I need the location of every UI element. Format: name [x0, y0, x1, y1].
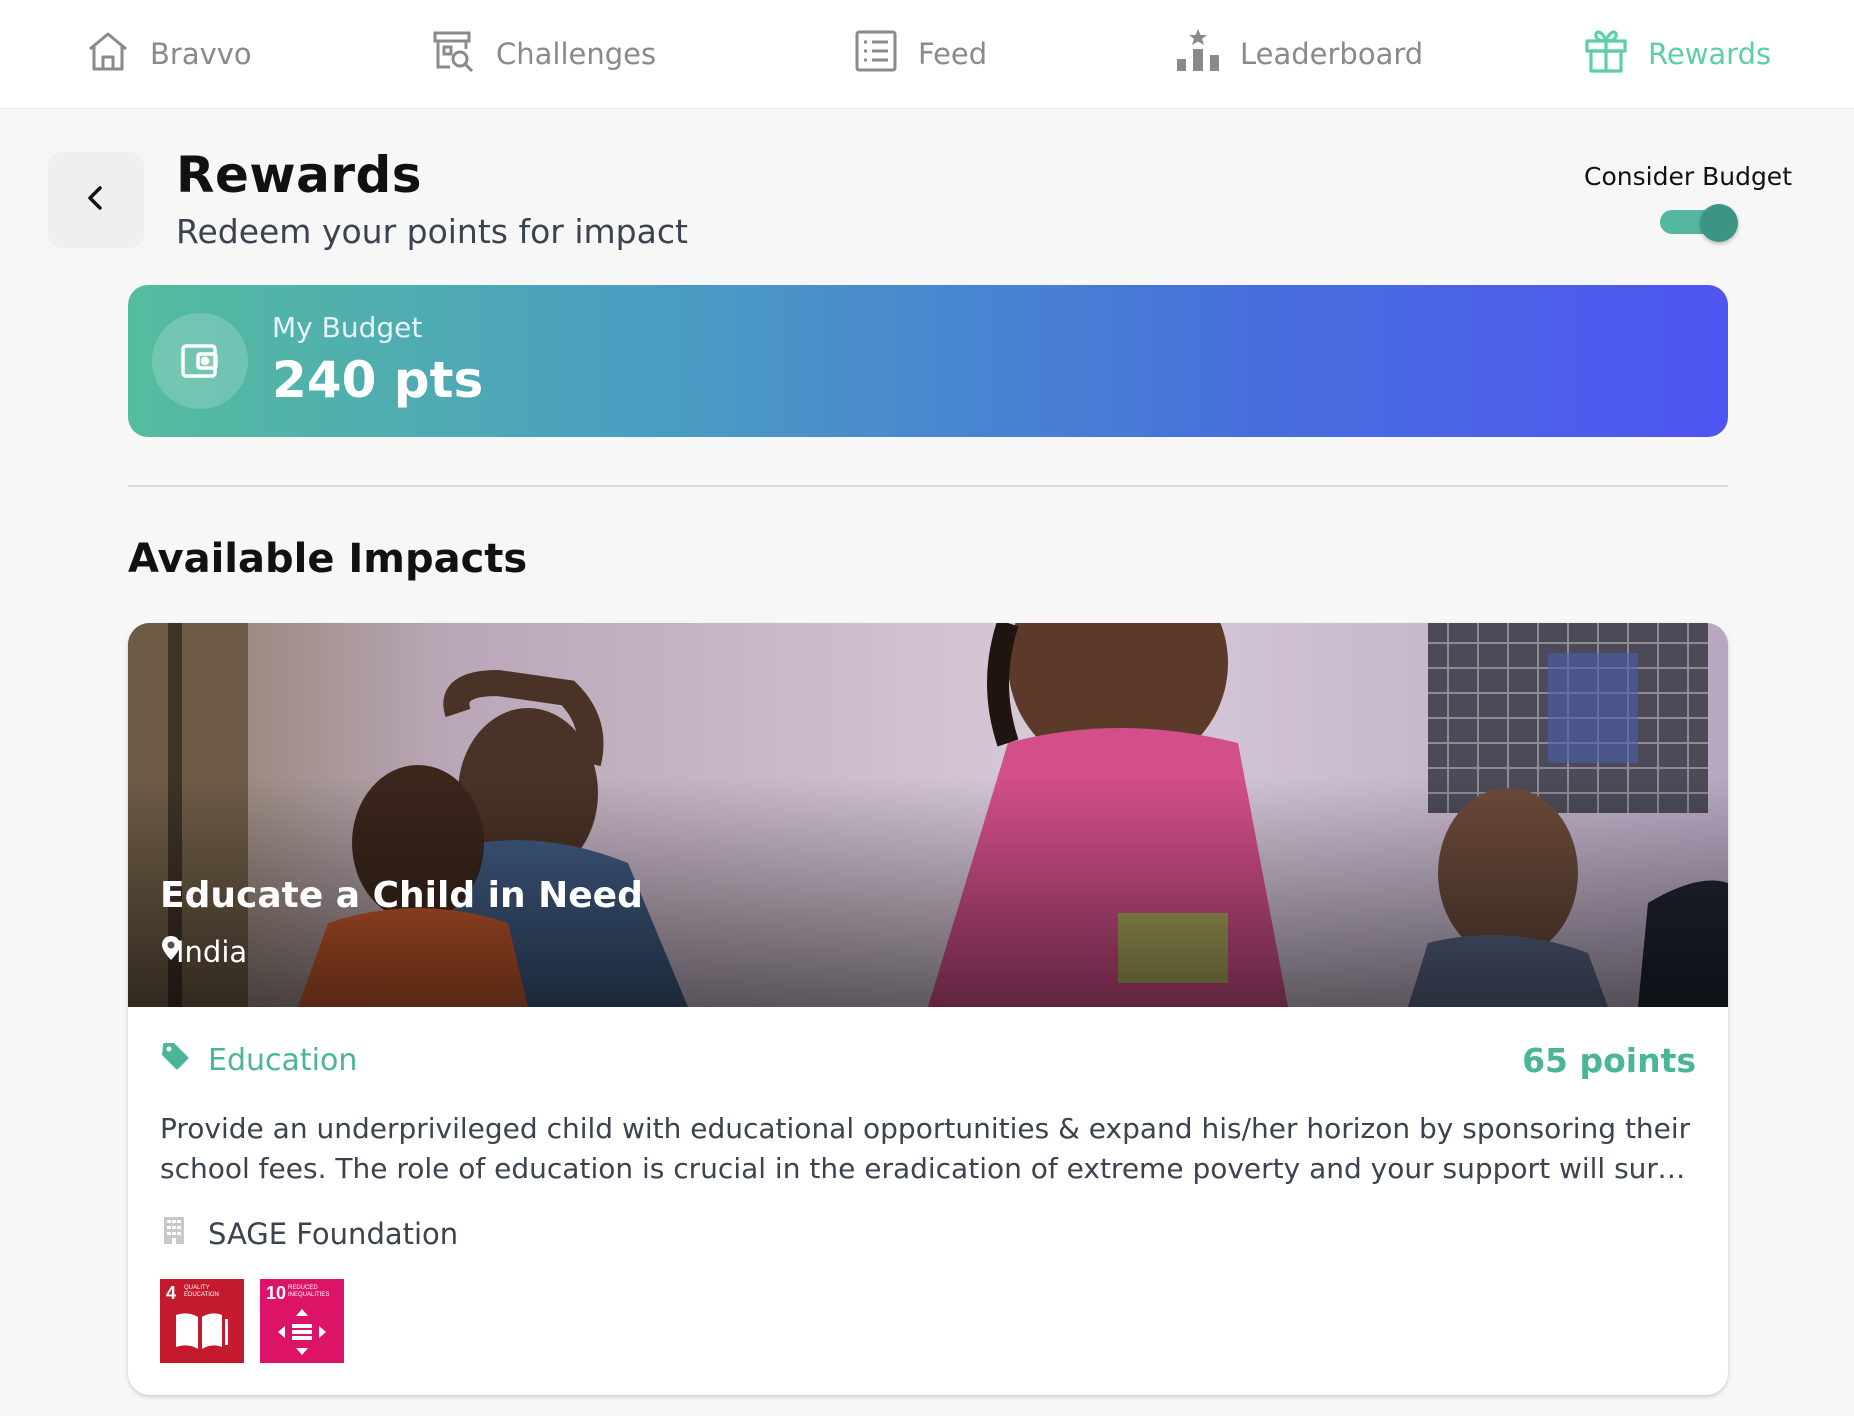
consider-budget-label: Consider Budget — [1584, 162, 1792, 191]
budget-label: My Budget — [272, 311, 423, 344]
impact-hero-image: Educate a Child in Need India — [128, 623, 1728, 1007]
equality-arrows-icon — [278, 1309, 326, 1355]
budget-value: 240 pts — [272, 351, 484, 409]
chevron-left-icon — [81, 183, 111, 217]
nav-item-rewards[interactable]: Rewards — [1582, 24, 1771, 84]
sdg-4-quality-education-badge: 4 Quality Education — [160, 1279, 244, 1363]
impact-location: India — [160, 935, 247, 969]
leaderboard-icon — [1174, 27, 1222, 82]
wallet-icon — [152, 313, 248, 409]
organization-name: SAGE Foundation — [208, 1216, 459, 1251]
challenges-icon — [430, 27, 478, 82]
feed-icon — [852, 27, 900, 82]
nav-label-leaderboard: Leaderboard — [1240, 37, 1424, 71]
nav-label-rewards: Rewards — [1648, 37, 1772, 71]
location-text: India — [176, 935, 248, 969]
page-subtitle: Redeem your points for impact — [176, 212, 688, 251]
organization: SAGE Foundation — [160, 1215, 458, 1252]
nav-label-bravvo: Bravvo — [150, 37, 252, 71]
impact-title: Educate a Child in Need — [160, 875, 643, 916]
back-button[interactable] — [48, 152, 144, 248]
tag-icon — [160, 1041, 190, 1079]
hero-overlay — [128, 623, 1728, 1007]
category-tag: Education — [160, 1041, 357, 1079]
impact-description: Provide an underprivileged child with ed… — [160, 1112, 1699, 1185]
sdg-number: 10 — [266, 1283, 287, 1303]
nav-item-leaderboard[interactable]: Leaderboard — [1174, 24, 1423, 84]
nav-label-feed: Feed — [918, 37, 988, 71]
building-icon — [160, 1215, 188, 1252]
top-navigation: Bravvo Challenges Feed Leaderboard Rewar… — [0, 0, 1854, 109]
nav-item-feed[interactable]: Feed — [852, 24, 987, 84]
impact-points: 65 points — [1522, 1041, 1696, 1080]
impact-card[interactable]: Educate a Child in Need India Education … — [128, 623, 1728, 1395]
gift-icon — [1582, 27, 1630, 82]
home-icon — [84, 27, 132, 82]
section-title-available-impacts: Available Impacts — [128, 536, 528, 582]
toggle-knob — [1700, 204, 1738, 242]
category-label: Education — [208, 1042, 358, 1078]
consider-budget-toggle[interactable] — [1658, 204, 1740, 242]
divider — [128, 485, 1728, 487]
budget-card: My Budget 240 pts — [128, 285, 1728, 437]
book-icon — [176, 1313, 228, 1349]
sdg-number: 4 — [166, 1283, 177, 1303]
nav-item-bravvo[interactable]: Bravvo — [84, 24, 252, 84]
nav-label-challenges: Challenges — [496, 37, 657, 71]
page-title: Rewards — [176, 146, 423, 204]
nav-item-challenges[interactable]: Challenges — [430, 24, 656, 84]
sdg-text: Quality Education — [184, 1285, 219, 1298]
sdg-text: Reduced Inequalities — [288, 1285, 330, 1298]
sdg-10-reduced-inequalities-badge: 10 Reduced Inequalities — [260, 1279, 344, 1363]
